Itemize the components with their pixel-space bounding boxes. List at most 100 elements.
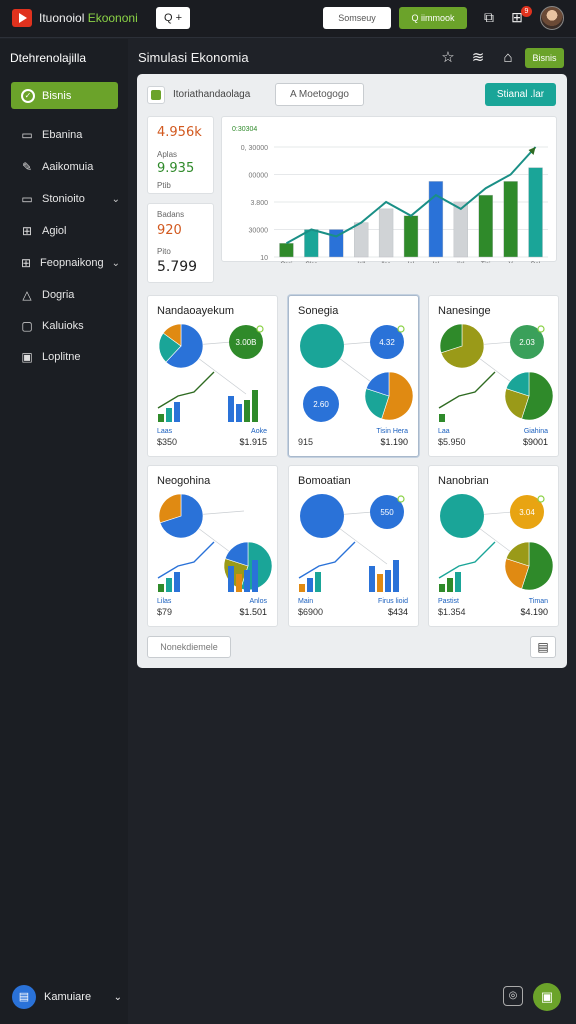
bar: [166, 578, 172, 592]
panel-checkbox[interactable]: [147, 86, 165, 104]
bar: [236, 404, 242, 422]
lock-icon[interactable]: ▣: [533, 983, 561, 1011]
stat-value: 5.799: [157, 259, 198, 275]
status-dot-icon: [537, 495, 545, 503]
bar: [369, 566, 375, 592]
panel-input[interactable]: A Moetogogo: [275, 83, 364, 106]
sidebar-item[interactable]: ▣ Loplitne: [20, 347, 120, 367]
bar: [304, 229, 319, 258]
trend-line: [298, 541, 356, 579]
card-right-value: $9001: [522, 437, 548, 447]
card-right-label: Tisin Hera: [376, 428, 408, 435]
card-left-value: $1.354: [438, 607, 466, 617]
star-icon[interactable]: ☆: [438, 48, 458, 68]
card-title: Nandaoayekum: [157, 305, 235, 317]
bar: [166, 408, 172, 422]
x-tick-label: Iell: [357, 262, 365, 263]
search-button[interactable]: Q +: [156, 7, 190, 29]
bar: [158, 414, 164, 422]
sidebar-item-icon: ✎: [21, 160, 33, 174]
pie-slice: [440, 494, 484, 538]
stat-label: Badans: [157, 210, 185, 219]
app-logo-icon[interactable]: [12, 9, 32, 27]
pie-slice: [300, 494, 344, 538]
sidebar-item-label: Ebanina: [42, 129, 83, 141]
summary-card[interactable]: 550 Bomoatian Main Firus lioid $6900 $434: [288, 465, 419, 627]
calendar-icon[interactable]: ▤: [530, 636, 556, 658]
settings-icon[interactable]: ◎: [503, 986, 523, 1006]
bar: [439, 584, 445, 592]
bar: [447, 578, 453, 592]
bar: [428, 181, 444, 258]
check-circle-icon: ✓: [21, 88, 35, 103]
summary-card[interactable]: 3.00B Nandaoayekum Laas Aoke $350 $1.915: [147, 295, 278, 457]
y-tick-label: 30000: [249, 228, 269, 235]
sidebar-item[interactable]: ▭ Stonioito ⌄: [20, 189, 120, 209]
stat-label: Aplas: [157, 150, 178, 159]
bar: [478, 194, 493, 258]
card-right-label: Anlos: [249, 598, 267, 605]
bar: [252, 560, 258, 592]
sidebar-item[interactable]: ⊞ Agiol: [20, 221, 120, 241]
header-button[interactable]: Bisnis: [525, 48, 564, 68]
summary-card[interactable]: 2.03 Nanesinge Laa Giahina $5.950 $9001: [428, 295, 559, 457]
stat-value: 4.956k: [157, 125, 202, 140]
panel-label: Itoriathandaolaga: [173, 89, 251, 100]
sidebar-item-icon: ▭: [21, 192, 33, 206]
status-dot-icon: [397, 495, 405, 503]
stat-card: 4.956k Aplas 9.935 Ptib: [147, 116, 214, 194]
bar: [354, 222, 369, 258]
bar: [503, 181, 518, 258]
x-tick-label: Isl: [433, 262, 439, 263]
bar: [439, 414, 445, 422]
bar: [403, 215, 419, 258]
bar: [528, 167, 543, 258]
sidebar-item-label: Kaluioks: [42, 320, 84, 332]
pie-slice: [300, 324, 344, 368]
card-title: Nanobrian: [438, 475, 489, 487]
bar: [174, 572, 180, 592]
card-title: Nanesinge: [438, 305, 491, 317]
chart-title: 0:30304: [232, 126, 257, 133]
chevron-down-icon[interactable]: ⌄: [112, 258, 120, 269]
card-title: Neogohina: [157, 475, 211, 487]
bar: [174, 402, 180, 422]
bar: [377, 574, 383, 592]
top-action-button[interactable]: Q iimmook: [399, 7, 467, 29]
card-left-value: $79: [157, 607, 173, 617]
summary-card[interactable]: 4.32 2.60 Sonegia Tisin Hera 915 $1.190: [288, 295, 419, 457]
chevron-down-icon[interactable]: ⌄: [112, 194, 120, 205]
search-input[interactable]: Somseuy: [323, 7, 391, 29]
bar: [228, 396, 234, 422]
card-right-value: $434: [387, 607, 408, 617]
sidebar-item[interactable]: ▭ Ebanina: [20, 125, 120, 145]
status-dot-icon: [397, 325, 405, 333]
home-icon[interactable]: ⌂: [498, 48, 518, 68]
sidebar-footer-button[interactable]: ▤ Kamuiare ⌄: [12, 984, 122, 1010]
x-tick-label: ᐯ: [509, 262, 514, 263]
avatar[interactable]: [540, 6, 564, 30]
sidebar-item-label: Agiol: [42, 225, 67, 237]
page-title: Simulasi Ekonomia: [138, 50, 249, 65]
bar: [244, 400, 250, 422]
card-left-value: $5.950: [438, 437, 466, 447]
image-icon[interactable]: ⧉: [480, 8, 498, 26]
top-bar: Ituonoiol Ekoononi Q + Somseuy Q iimmook…: [0, 0, 576, 38]
sidebar-item[interactable]: ⊞ Feopnaikong ⌄: [20, 253, 120, 273]
bar: [279, 243, 294, 258]
summary-card[interactable]: 3.04 Nanobrian Pastist Timan $1.354 $4.190: [428, 465, 559, 627]
sidebar-item[interactable]: △ Dogria: [20, 285, 120, 305]
summary-card[interactable]: Neogohina Lilas Anlos $79 $1.501: [147, 465, 278, 627]
panel-footer-button[interactable]: Nonekdiemele: [147, 636, 231, 658]
card-right-value: $1.501: [239, 607, 267, 617]
panel-button[interactable]: Stianal .lar: [485, 83, 556, 106]
sidebar-item-icon: ⊞: [21, 224, 33, 238]
trend-line: [438, 371, 496, 409]
sidebar-primary-button[interactable]: ✓ Bisnis: [11, 82, 118, 109]
card-right-label: Aoke: [251, 428, 267, 435]
x-tick-label: Ossi: [280, 262, 292, 263]
sidebar-item[interactable]: ✎ Aaikomuia: [20, 157, 120, 177]
wifi-icon[interactable]: ≋: [468, 48, 488, 68]
bar-chart: 0, 30000 00000 3.800 30000 10 0:30304 Ossi Cles…: [232, 126, 548, 278]
sidebar-item[interactable]: ▢ Kaluioks: [20, 316, 120, 336]
